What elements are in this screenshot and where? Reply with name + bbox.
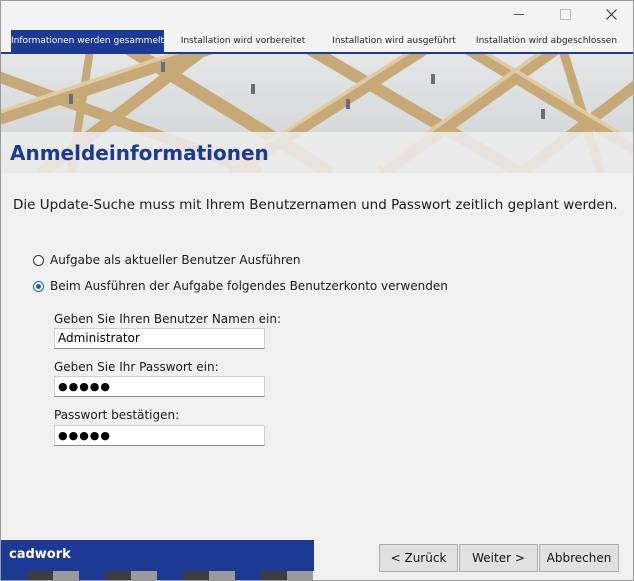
radio-specific-account[interactable]	[33, 280, 44, 292]
brand-logo-text: cadwork	[9, 547, 71, 562]
tab-step-2: Installation wird vorbereitet	[180, 36, 306, 46]
confirm-password-input[interactable]: ●●●●●	[54, 425, 265, 446]
radio-current-user[interactable]	[33, 254, 44, 266]
username-input[interactable]: Administrator	[54, 328, 265, 349]
tab-step-1: Informationen werden gesammelt	[11, 30, 164, 52]
maximize-button[interactable]	[542, 1, 588, 28]
back-button[interactable]: < Zurück	[379, 544, 458, 572]
password-input[interactable]: ●●●●●	[54, 376, 265, 397]
tab-step-3: Installation wird ausgeführt	[332, 36, 456, 46]
option-current-user-label: Aufgabe als aktueller Benutzer Ausführen	[50, 253, 301, 267]
next-button[interactable]: Weiter >	[459, 544, 538, 572]
installer-window: Informationen werden gesammelt Installat…	[0, 0, 634, 581]
step-tabs: Informationen werden gesammelt Installat…	[1, 28, 633, 53]
page-title: Anmeldeinformationen	[10, 141, 269, 165]
option-specific-account[interactable]: Beim Ausführen der Aufgabe folgendes Ben…	[33, 277, 448, 295]
brand-color-strip	[1, 571, 313, 580]
header-banner: Anmeldeinformationen	[1, 54, 633, 173]
intro-text: Die Update-Suche muss mit Ihrem Benutzer…	[13, 197, 618, 213]
maximize-icon	[559, 9, 571, 20]
option-current-user[interactable]: Aufgabe als aktueller Benutzer Ausführen	[33, 251, 301, 269]
close-icon	[605, 9, 617, 20]
close-button[interactable]	[588, 1, 633, 28]
option-specific-account-label: Beim Ausführen der Aufgabe folgendes Ben…	[50, 279, 448, 293]
password-label: Geben Sie Ihr Passwort ein:	[54, 360, 219, 374]
tab-step-4: Installation wird abgeschlossen	[475, 36, 618, 46]
cancel-button[interactable]: Abbrechen	[539, 544, 619, 572]
minimize-icon	[514, 14, 524, 15]
minimize-button[interactable]	[496, 1, 542, 28]
confirm-password-label: Passwort bestätigen:	[54, 408, 180, 422]
title-bar	[1, 1, 633, 28]
username-label: Geben Sie Ihren Benutzer Namen ein:	[54, 312, 282, 326]
